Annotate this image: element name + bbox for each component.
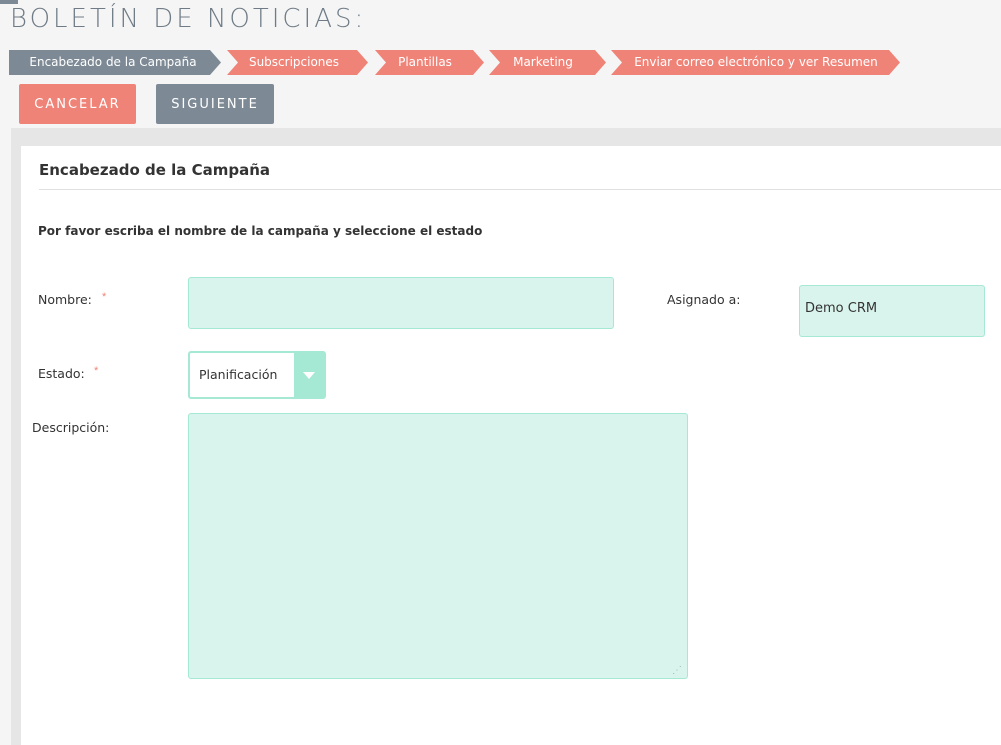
wizard-step-send-summary[interactable]: Enviar correo electrónico y ver Resumen <box>621 50 891 75</box>
assigned-to-value: Demo CRM <box>805 301 878 316</box>
status-required-marker: * <box>94 365 99 377</box>
section-divider <box>39 189 1001 190</box>
wizard-step-marketing[interactable]: Marketing <box>496 50 590 75</box>
chevron-down-icon[interactable] <box>294 353 324 397</box>
wizard-step-subscriptions[interactable]: Subscripciones <box>234 50 354 75</box>
next-button[interactable]: SIGUIENTE <box>156 84 274 124</box>
campaign-name-input[interactable] <box>188 277 614 329</box>
assigned-to-label: Asignado a: <box>667 292 741 307</box>
assigned-to-field[interactable]: Demo CRM <box>799 285 985 337</box>
wizard-step-campaign-header[interactable]: Encabezado de la Campaña <box>9 50 217 75</box>
page-title: BOLETÍN DE NOTICIAS: <box>10 4 367 34</box>
status-select[interactable]: Planificación <box>188 351 326 399</box>
cancel-button[interactable]: CANCELAR <box>19 84 136 124</box>
status-select-value: Planificación <box>199 367 278 382</box>
wizard-step-templates[interactable]: Plantillas <box>381 50 469 75</box>
name-required-marker: * <box>102 291 107 303</box>
resize-grip-icon[interactable]: ⋰ <box>672 664 686 678</box>
status-label: Estado: <box>38 366 85 381</box>
description-textarea[interactable] <box>188 413 688 679</box>
section-title: Encabezado de la Campaña <box>39 161 271 179</box>
form-hint: Por favor escriba el nombre de la campañ… <box>38 224 483 238</box>
name-label: Nombre: <box>38 292 92 307</box>
description-label: Descripción: <box>32 420 110 435</box>
